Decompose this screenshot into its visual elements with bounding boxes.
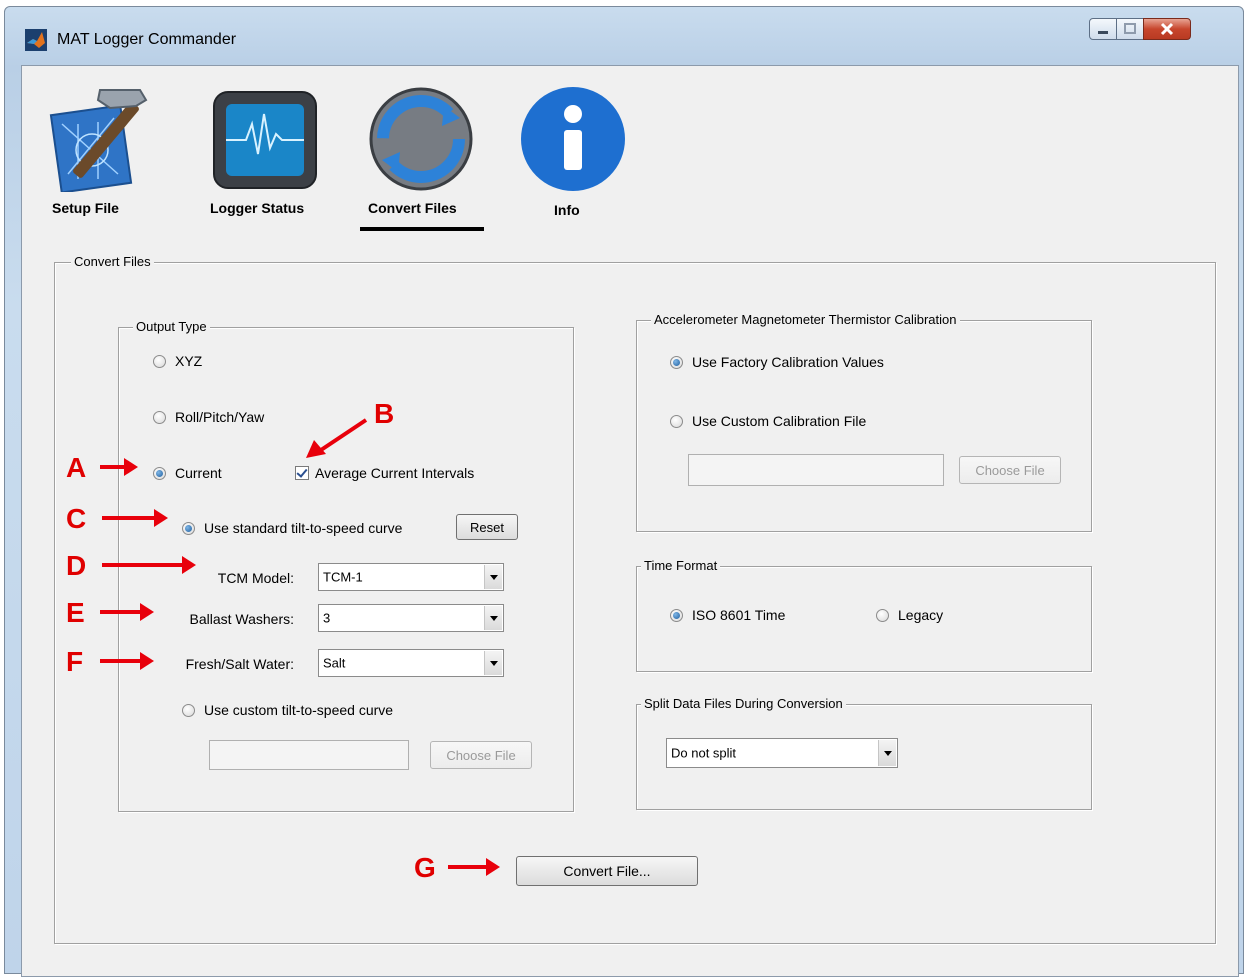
radio-current[interactable]: Current <box>153 465 222 481</box>
annotation-label-g: G <box>414 852 436 883</box>
radio-indicator <box>670 355 683 369</box>
toolbar-info[interactable]: Info <box>518 84 628 234</box>
radio-indicator <box>153 354 166 368</box>
minimize-icon <box>1098 31 1108 34</box>
close-icon <box>1160 22 1174 36</box>
split-files-select[interactable]: Do not split <box>666 738 898 768</box>
maximize-icon <box>1124 23 1136 34</box>
choose-curve-file-button[interactable]: Choose File <box>430 741 532 769</box>
annotation-arrow-e <box>100 610 142 614</box>
select-value: TCM-1 <box>323 569 363 585</box>
checkbox-indicator <box>295 466 309 480</box>
radio-indicator <box>153 410 166 424</box>
radio-custom-curve[interactable]: Use custom tilt-to-speed curve <box>182 702 393 718</box>
info-icon <box>521 87 625 191</box>
radio-indicator <box>153 466 166 480</box>
annotation-arrow-d <box>102 563 184 567</box>
radio-label: Current <box>175 465 222 481</box>
radio-indicator <box>670 608 683 622</box>
radio-label: Use Custom Calibration File <box>692 413 867 429</box>
refresh-arrows-icon <box>369 87 473 191</box>
radio-custom-calibration[interactable]: Use Custom Calibration File <box>670 413 866 429</box>
water-type-label: Fresh/Salt Water: <box>185 656 294 672</box>
toolbar-label: Setup File <box>52 200 119 216</box>
radio-standard-curve[interactable]: Use standard tilt-to-speed curve <box>182 520 402 536</box>
radio-xyz[interactable]: XYZ <box>153 353 202 369</box>
calibration-file-field[interactable] <box>688 454 944 486</box>
reset-button[interactable]: Reset <box>456 514 518 540</box>
annotation-label-c: C <box>66 503 87 534</box>
ballast-washers-select[interactable]: 3 <box>318 604 504 632</box>
monitor-pulse-icon <box>213 91 317 189</box>
group-title: Output Type <box>133 319 210 334</box>
chevron-down-icon <box>484 606 502 630</box>
radio-label: Use Factory Calibration Values <box>692 354 884 370</box>
radio-roll-pitch-yaw[interactable]: Roll/Pitch/Yaw <box>153 409 264 425</box>
group-title: Split Data Files During Conversion <box>641 696 846 711</box>
convert-file-button[interactable]: Convert File... <box>516 856 698 886</box>
matlab-icon <box>25 29 47 51</box>
annotation-arrow-f <box>100 659 142 663</box>
toolbar-logger-status[interactable]: Logger Status <box>206 84 336 224</box>
radio-label: ISO 8601 Time <box>692 607 786 623</box>
annotation-arrowhead-g <box>486 858 500 876</box>
annotation-arrowhead-f <box>140 652 154 670</box>
annotation-arrowhead-a <box>124 458 138 476</box>
annotation-label-f: F <box>66 646 84 677</box>
hammer-blueprint-icon <box>49 89 148 192</box>
annotation-arrow-b <box>306 418 368 458</box>
choose-calibration-file-button[interactable]: Choose File <box>959 456 1061 484</box>
active-tab-indicator <box>360 227 484 231</box>
window-title: MAT Logger Commander <box>57 31 237 48</box>
annotation-arrow-g <box>448 865 488 869</box>
annotation-label-e: E <box>66 597 85 628</box>
maximize-button[interactable] <box>1116 18 1144 40</box>
close-button[interactable] <box>1143 18 1191 40</box>
water-type-select[interactable]: Salt <box>318 649 504 677</box>
annotation-arrowhead-c <box>154 509 168 527</box>
group-title: Accelerometer Magnetometer Thermistor Ca… <box>651 312 960 327</box>
tcm-model-select[interactable]: TCM-1 <box>318 563 504 591</box>
custom-curve-file-field[interactable] <box>209 740 409 770</box>
client-area: Setup File Logger Status Convert Files I… <box>21 65 1239 977</box>
radio-indicator <box>876 608 889 622</box>
annotation-arrow-c <box>102 516 156 520</box>
radio-label: Use standard tilt-to-speed curve <box>204 520 403 536</box>
chevron-down-icon <box>484 565 502 589</box>
annotation-label-d: D <box>66 550 87 581</box>
radio-label: Roll/Pitch/Yaw <box>175 409 265 425</box>
radio-legacy-time[interactable]: Legacy <box>876 607 943 623</box>
toolbar-label: Logger Status <box>210 200 305 216</box>
select-value: Do not split <box>671 745 737 761</box>
chevron-down-icon <box>484 651 502 675</box>
toolbar-convert-files[interactable]: Convert Files <box>360 84 490 234</box>
radio-indicator <box>182 703 195 717</box>
annotation-arrow-a <box>100 465 126 469</box>
radio-iso-time[interactable]: ISO 8601 Time <box>670 607 785 623</box>
annotation-label-b: B <box>374 398 395 429</box>
select-value: 3 <box>323 610 331 626</box>
radio-factory-calibration[interactable]: Use Factory Calibration Values <box>670 354 884 370</box>
toolbar-label: Info <box>554 202 580 218</box>
checkbox-label: Average Current Intervals <box>315 465 475 481</box>
minimize-button[interactable] <box>1089 18 1117 40</box>
checkbox-average-current-intervals[interactable]: Average Current Intervals <box>295 465 474 481</box>
radio-label: Use custom tilt-to-speed curve <box>204 702 394 718</box>
panel-title: Convert Files <box>71 254 154 269</box>
ballast-washers-label: Ballast Washers: <box>189 611 294 627</box>
group-title: Time Format <box>641 558 721 573</box>
select-value: Salt <box>323 655 346 671</box>
toolbar-label: Convert Files <box>368 200 457 216</box>
app-window: MAT Logger Commander Setup File Logger S… <box>4 6 1244 977</box>
radio-label: XYZ <box>175 353 203 369</box>
annotation-arrowhead-d <box>182 556 196 574</box>
radio-indicator <box>182 521 195 535</box>
toolbar-setup-file[interactable]: Setup File <box>48 84 158 224</box>
chevron-down-icon <box>878 740 896 766</box>
radio-indicator <box>670 414 683 428</box>
radio-label: Legacy <box>898 607 944 623</box>
annotation-arrowhead-e <box>140 603 154 621</box>
annotation-label-a: A <box>66 452 87 483</box>
